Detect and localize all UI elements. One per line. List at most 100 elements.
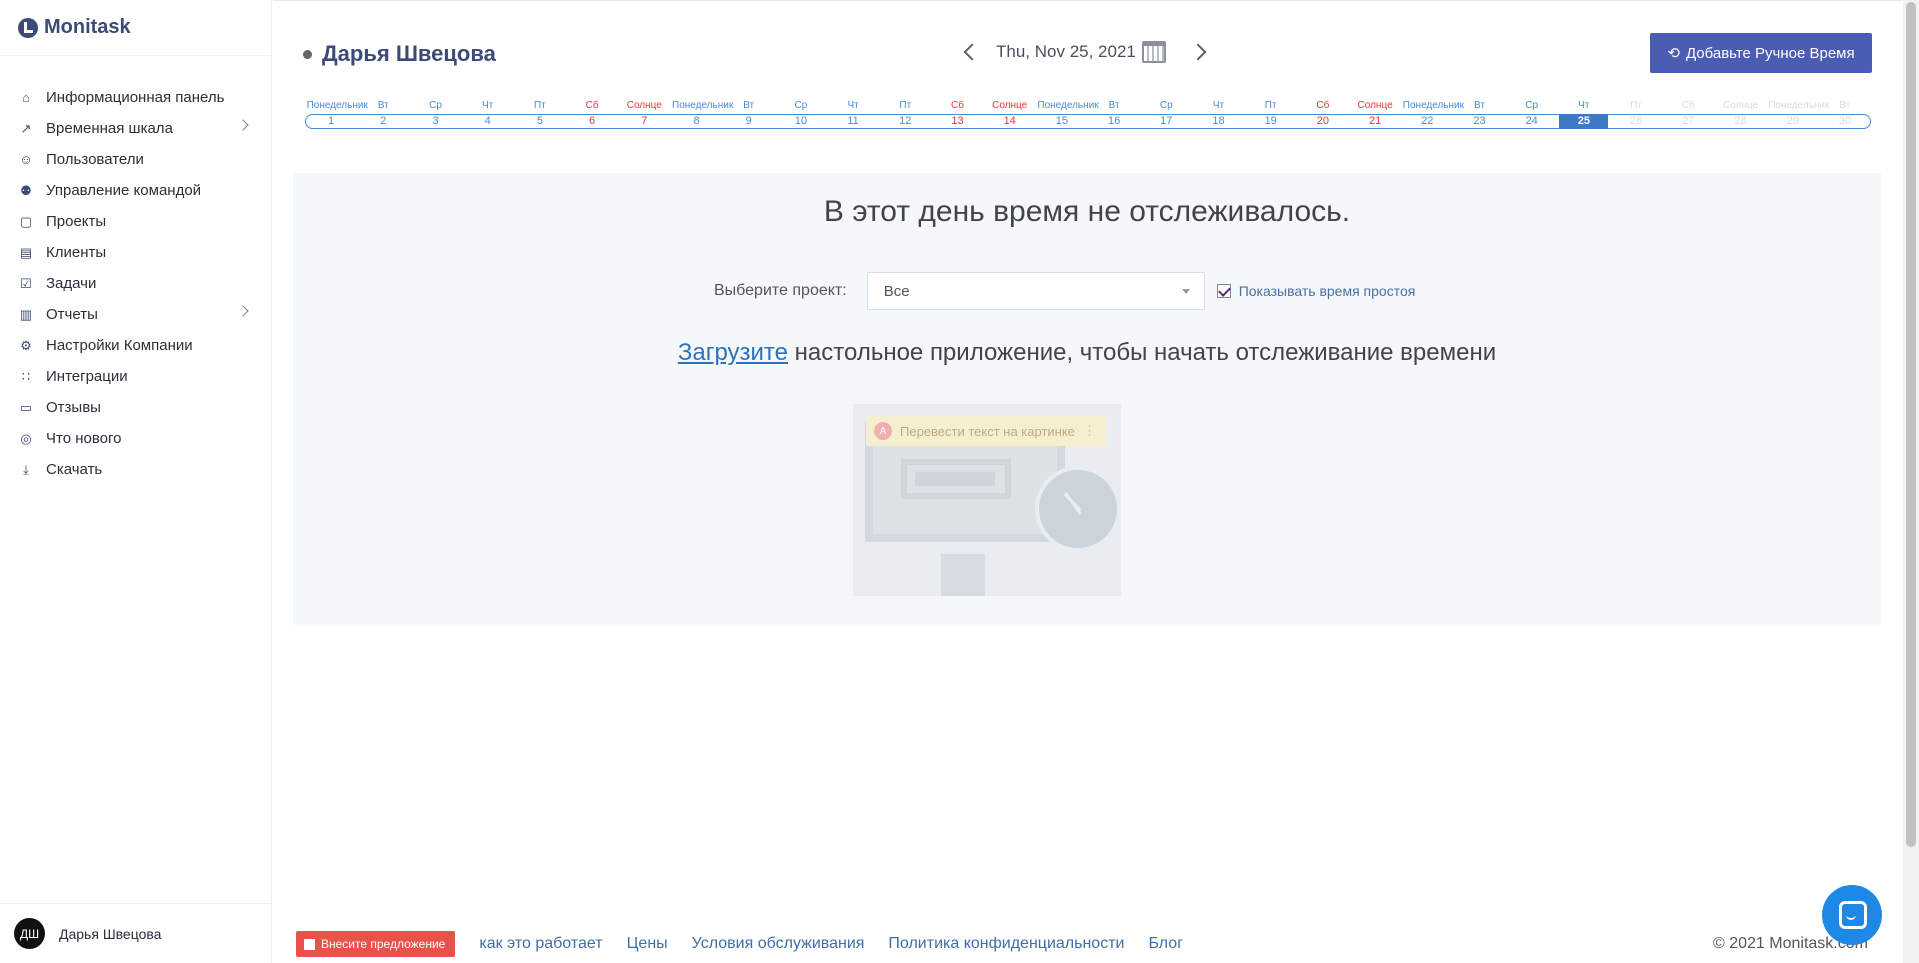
- idle-time-label[interactable]: Показывать время простоя: [1239, 283, 1416, 299]
- day-cell[interactable]: Чт 18: [1194, 98, 1243, 129]
- suggest-button[interactable]: Внесите предложение: [296, 931, 456, 957]
- day-number: 19: [1264, 115, 1277, 127]
- sidebar-item[interactable]: ⤓ Скачать: [0, 454, 271, 485]
- current-date[interactable]: Thu, Nov 25, 2021: [996, 42, 1136, 62]
- day-cell[interactable]: Солнце 14: [985, 98, 1034, 129]
- day-cell: Понедельник 29: [1768, 98, 1830, 129]
- project-select-label: Выберите проект:: [714, 282, 847, 299]
- day-cell[interactable]: Понедельник 22: [1403, 98, 1464, 129]
- day-number: 28: [1734, 115, 1747, 127]
- sidebar-item[interactable]: ▤ Клиенты: [0, 237, 271, 268]
- day-cell[interactable]: Ср 24: [1507, 98, 1556, 129]
- day-cell[interactable]: Солнце 21: [1351, 98, 1400, 129]
- idle-time-toggle[interactable]: Показывать время простоя: [1216, 283, 1416, 299]
- sidebar-item[interactable]: ⌂ Информационная панель: [0, 82, 271, 113]
- day-cell[interactable]: Понедельник 15: [1037, 98, 1098, 129]
- day-number: 8: [693, 115, 700, 127]
- day-cell[interactable]: Ср 17: [1142, 98, 1191, 129]
- project-select[interactable]: Все: [866, 272, 1205, 310]
- sidebar-user[interactable]: ДШ Дарья Швецова: [0, 903, 271, 963]
- page-title: Дарья Швецова: [303, 41, 496, 67]
- sidebar-item[interactable]: ∷ Интеграции: [0, 361, 271, 392]
- day-cell: Солнце 28: [1716, 98, 1765, 129]
- sidebar-item-label: Что нового: [46, 430, 122, 447]
- footer-link-privacy[interactable]: Политика конфиденциальности: [888, 935, 1124, 953]
- sidebar-item[interactable]: ▥ Отчеты: [0, 299, 271, 330]
- sidebar-item-label: Интеграции: [46, 368, 128, 385]
- day-number: 11: [847, 115, 859, 127]
- avatar: ДШ: [14, 918, 45, 949]
- day-number: 30: [1838, 115, 1852, 127]
- day-name: Вт: [1474, 100, 1485, 111]
- add-manual-time-label: Добавьте Ручное Время: [1685, 44, 1855, 62]
- gear-icon: ⚙: [20, 337, 32, 353]
- day-name: Пт: [534, 100, 546, 111]
- day-name: Сб: [585, 100, 599, 111]
- footer-link-pricing[interactable]: Цены: [627, 935, 668, 953]
- add-manual-time-button[interactable]: ⟲ Добавьте Ручное Время: [1650, 33, 1872, 73]
- day-cell[interactable]: Вт 9: [724, 98, 773, 129]
- day-cell[interactable]: Понедельник 8: [672, 98, 733, 129]
- calendar-icon[interactable]: [1141, 41, 1166, 63]
- day-cell[interactable]: Сб 20: [1298, 98, 1347, 129]
- project-select-value: Все: [883, 282, 910, 300]
- scrollbar-thumb[interactable]: [1906, 2, 1916, 847]
- folder-icon: ▢: [19, 213, 33, 229]
- sidebar-item[interactable]: ☺ Пользователи: [0, 144, 271, 175]
- day-name: Солнце: [1722, 100, 1759, 111]
- more-vertical-icon[interactable]: ⋮: [1083, 423, 1096, 439]
- day-cell[interactable]: Ср 3: [411, 98, 460, 129]
- idle-time-checkbox[interactable]: [1216, 284, 1231, 298]
- day-number: 18: [1212, 115, 1225, 127]
- rocket-icon: ◎: [20, 430, 32, 446]
- sidebar-item[interactable]: ⚙ Настройки Компании: [0, 330, 271, 361]
- calendar-check-icon: ☑: [20, 275, 32, 291]
- day-number: 1: [328, 115, 335, 127]
- day-number: 12: [899, 115, 912, 127]
- prev-day-icon[interactable]: [963, 43, 981, 61]
- footer-link-how-it-works[interactable]: как это работает: [479, 935, 602, 953]
- day-number: 29: [1786, 115, 1799, 127]
- day-cell[interactable]: Чт 4: [463, 98, 512, 129]
- day-cell[interactable]: Пт 19: [1246, 98, 1295, 129]
- day-cell[interactable]: Чт 11: [829, 98, 878, 129]
- translate-image-popup[interactable]: A Перевести текст на картинке ⋮: [866, 416, 1106, 446]
- day-name: Пт: [1264, 100, 1277, 111]
- day-cell[interactable]: Солнце 7: [620, 98, 669, 129]
- brand[interactable]: Monitask: [0, 0, 271, 56]
- day-cell[interactable]: Сб 6: [568, 98, 617, 129]
- sidebar-item[interactable]: ⚉ Управление командой: [0, 175, 271, 206]
- day-cell[interactable]: Вт 23: [1455, 98, 1504, 129]
- day-number: 17: [1160, 115, 1173, 127]
- day-number: 21: [1368, 115, 1382, 127]
- day-cell[interactable]: Вт 2: [359, 98, 408, 129]
- brand-name: Monitask: [44, 16, 131, 38]
- sidebar-item[interactable]: ↗ Временная шкала: [0, 113, 271, 144]
- sidebar-item[interactable]: ◎ Что нового: [0, 423, 271, 454]
- grid-icon: ∷: [21, 368, 31, 384]
- chevron-right-icon: [237, 305, 249, 317]
- next-day-icon[interactable]: [1189, 43, 1207, 61]
- day-cell[interactable]: Понедельник 1: [307, 98, 368, 129]
- sidebar-item-label: Проекты: [46, 213, 107, 230]
- day-cell[interactable]: Пт 12: [881, 98, 930, 129]
- sidebar-item[interactable]: ▢ Проекты: [0, 206, 271, 237]
- day-cell[interactable]: Вт 16: [1090, 98, 1139, 129]
- download-link[interactable]: Загрузите: [678, 339, 788, 366]
- chat-launcher-icon[interactable]: [1822, 885, 1882, 945]
- footer-link-terms[interactable]: Условия обслуживания: [692, 935, 865, 953]
- sidebar-item-label: Клиенты: [46, 244, 107, 261]
- day-cell[interactable]: Ср 10: [776, 98, 825, 129]
- home-icon: ⌂: [22, 90, 30, 105]
- day-cell[interactable]: Пт 5: [515, 98, 564, 129]
- day-number: 2: [380, 115, 387, 127]
- day-cell[interactable]: Сб 13: [933, 98, 982, 129]
- footer-link-blog[interactable]: Блог: [1148, 935, 1183, 953]
- day-name: Понедельник: [1768, 100, 1830, 111]
- sidebar-item-label: Задачи: [46, 275, 97, 292]
- page-scrollbar[interactable]: [1903, 0, 1919, 963]
- sidebar-item[interactable]: ☑ Задачи: [0, 268, 271, 299]
- day-cell: Вт 30: [1820, 98, 1869, 129]
- sidebar-item[interactable]: ▭ Отзывы: [0, 392, 271, 423]
- day-cell[interactable]: Чт 25: [1559, 98, 1609, 129]
